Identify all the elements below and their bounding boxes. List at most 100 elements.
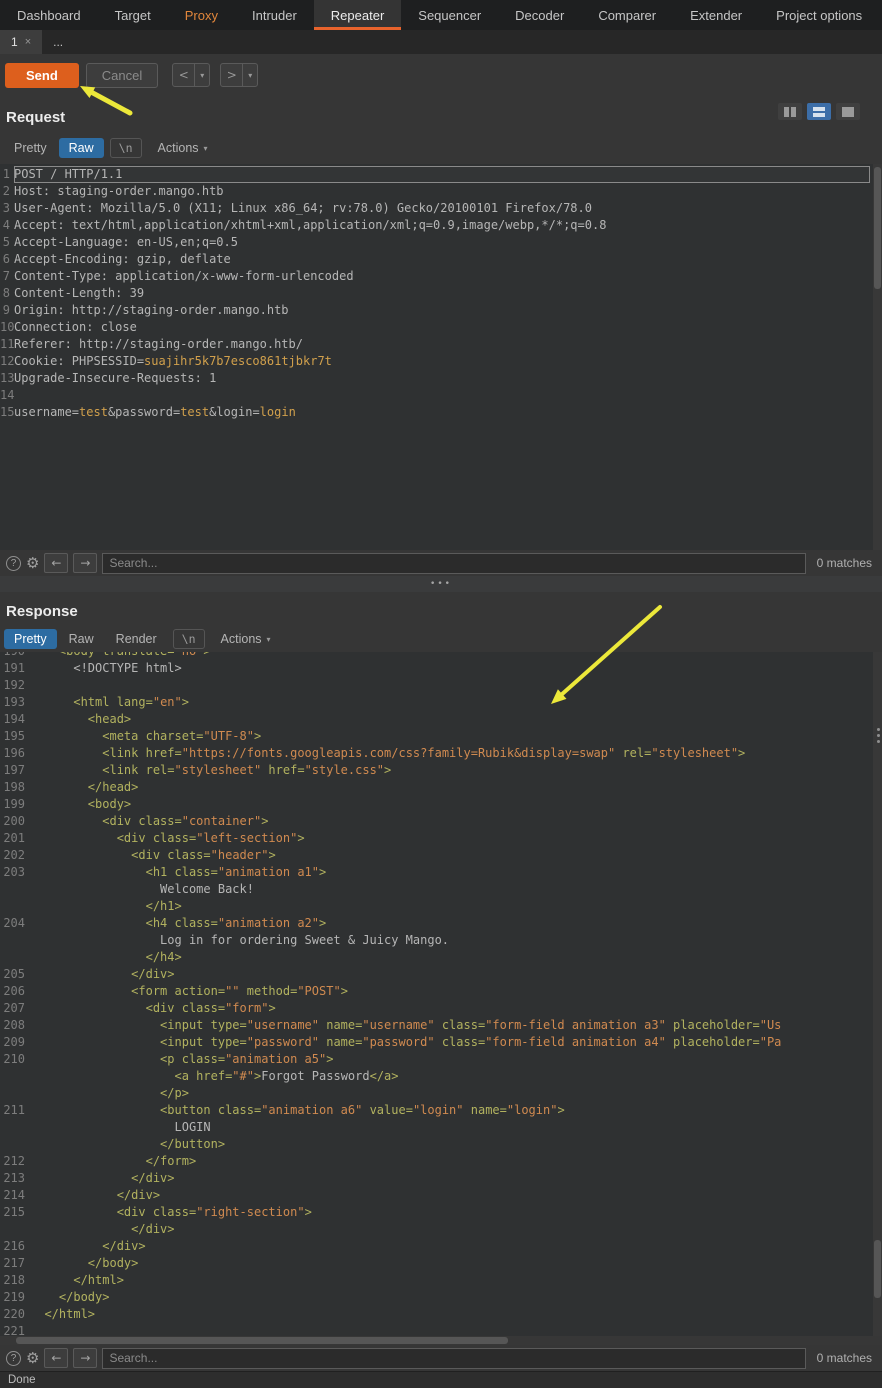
panel-splitter[interactable]: ••• bbox=[0, 576, 882, 592]
code-line: Log in for ordering Sweet & Juicy Mango. bbox=[0, 932, 882, 949]
tab-close-icon[interactable]: × bbox=[25, 36, 31, 48]
repeater-tab-label: 1 bbox=[11, 35, 18, 49]
line-number: 197 bbox=[0, 762, 30, 779]
tab-n[interactable]: \n bbox=[110, 138, 142, 158]
gear-icon[interactable]: ⚙ bbox=[26, 1351, 39, 1366]
line-number: 190 bbox=[0, 652, 30, 660]
request-match-count: 0 matches bbox=[817, 556, 872, 570]
send-button[interactable]: Send bbox=[5, 63, 79, 88]
single-pane-icon bbox=[842, 107, 854, 117]
chevron-down-icon[interactable]: ▾ bbox=[195, 64, 209, 86]
line-number: 194 bbox=[0, 711, 30, 728]
menu-item-sequencer[interactable]: Sequencer bbox=[401, 0, 498, 30]
menu-item-proxy[interactable]: Proxy bbox=[168, 0, 235, 30]
code-line: 219 </body> bbox=[0, 1289, 882, 1306]
repeater-tab-n[interactable]: ... bbox=[42, 30, 74, 54]
response-scrollbar[interactable] bbox=[873, 652, 882, 1336]
gear-icon[interactable]: ⚙ bbox=[26, 556, 39, 571]
code-line: LOGIN bbox=[0, 1119, 882, 1136]
tab-pretty[interactable]: Pretty bbox=[4, 629, 57, 649]
request-search-input[interactable] bbox=[102, 553, 805, 574]
chevron-down-icon[interactable]: ▾ bbox=[243, 64, 257, 86]
code-line: 205 </div> bbox=[0, 966, 882, 983]
search-prev-button[interactable]: ← bbox=[44, 553, 68, 573]
tab-render[interactable]: Render bbox=[106, 629, 167, 649]
code-line: 209 <input type="password" name="passwor… bbox=[0, 1034, 882, 1051]
response-tabs: PrettyRawRender \n Actions▾ bbox=[0, 626, 882, 652]
request-editor[interactable]: 1POST / HTTP/1.12Host: staging-order.man… bbox=[0, 164, 882, 550]
code-line: 218 </html> bbox=[0, 1272, 882, 1289]
search-next-button[interactable]: → bbox=[73, 1348, 97, 1368]
code-line: </p> bbox=[0, 1085, 882, 1102]
response-match-count: 0 matches bbox=[817, 1351, 872, 1365]
response-scrollbar-thumb[interactable] bbox=[874, 1240, 881, 1298]
expand-handle-icon[interactable] bbox=[877, 728, 880, 743]
menu-item-intruder[interactable]: Intruder bbox=[235, 0, 314, 30]
tab-raw[interactable]: Raw bbox=[59, 629, 104, 649]
request-scrollbar[interactable] bbox=[873, 164, 882, 550]
chevron-down-icon: ▾ bbox=[267, 635, 271, 644]
code-line: 213 </div> bbox=[0, 1170, 882, 1187]
code-line: 201 <div class="left-section"> bbox=[0, 830, 882, 847]
line-number bbox=[0, 898, 30, 915]
code-line: 207 <div class="form"> bbox=[0, 1000, 882, 1017]
layout-rows-button[interactable] bbox=[807, 103, 831, 120]
code-line: 6Accept-Encoding: gzip, deflate bbox=[0, 251, 882, 268]
menu-item-target[interactable]: Target bbox=[98, 0, 168, 30]
code-line: Welcome Back! bbox=[0, 881, 882, 898]
layout-single-button[interactable] bbox=[836, 103, 860, 120]
search-next-button[interactable]: → bbox=[73, 553, 97, 573]
code-line: 14 bbox=[0, 387, 882, 404]
status-text: Done bbox=[8, 1374, 36, 1386]
code-line: 15username=test&password=test&login=logi… bbox=[0, 404, 882, 421]
cancel-button[interactable]: Cancel bbox=[86, 63, 158, 88]
menu-item-decoder[interactable]: Decoder bbox=[498, 0, 581, 30]
tab-actions[interactable]: Actions▾ bbox=[148, 138, 218, 158]
line-number bbox=[0, 1221, 30, 1238]
request-scrollbar-thumb[interactable] bbox=[874, 167, 881, 289]
code-line: 206 <form action="" method="POST"> bbox=[0, 983, 882, 1000]
code-line: 204 <h4 class="animation a2"> bbox=[0, 915, 882, 932]
line-number: 12 bbox=[0, 353, 14, 370]
code-line: 214 </div> bbox=[0, 1187, 882, 1204]
history-nav: <▾ >▾ bbox=[172, 63, 258, 87]
menu-item-extender[interactable]: Extender bbox=[673, 0, 759, 30]
repeater-tab-1[interactable]: 1× bbox=[0, 30, 42, 54]
line-number: 212 bbox=[0, 1153, 30, 1170]
response-hscrollbar-thumb[interactable] bbox=[16, 1337, 508, 1344]
code-line: 202 <div class="header"> bbox=[0, 847, 882, 864]
line-number: 219 bbox=[0, 1289, 30, 1306]
help-icon[interactable]: ? bbox=[6, 556, 21, 571]
menu-item-project-options[interactable]: Project options bbox=[759, 0, 879, 30]
tab-actions[interactable]: Actions▾ bbox=[211, 629, 281, 649]
menu-item-dashboard[interactable]: Dashboard bbox=[0, 0, 98, 30]
response-search-input[interactable] bbox=[102, 1348, 805, 1369]
tab-raw[interactable]: Raw bbox=[59, 138, 104, 158]
code-line: 194 <head> bbox=[0, 711, 882, 728]
line-number: 209 bbox=[0, 1034, 30, 1051]
code-line: 200 <div class="container"> bbox=[0, 813, 882, 830]
line-number: 10 bbox=[0, 319, 14, 336]
code-line: 208 <input type="username" name="usernam… bbox=[0, 1017, 882, 1034]
line-number: 192 bbox=[0, 677, 30, 694]
help-icon[interactable]: ? bbox=[6, 1351, 21, 1366]
line-number: 9 bbox=[0, 302, 14, 319]
response-code: 190 <body translate="no">191 <!DOCTYPE h… bbox=[0, 652, 882, 1336]
history-forward-button[interactable]: >▾ bbox=[220, 63, 258, 87]
response-editor[interactable]: 190 <body translate="no">191 <!DOCTYPE h… bbox=[0, 652, 882, 1336]
history-back-button[interactable]: <▾ bbox=[172, 63, 210, 87]
forward-arrow-icon[interactable]: > bbox=[221, 64, 243, 86]
menu-item-comparer[interactable]: Comparer bbox=[581, 0, 673, 30]
response-hscrollbar[interactable] bbox=[0, 1336, 882, 1345]
line-number: 216 bbox=[0, 1238, 30, 1255]
layout-columns-button[interactable] bbox=[778, 103, 802, 120]
tab-n[interactable]: \n bbox=[173, 629, 205, 649]
back-arrow-icon[interactable]: < bbox=[173, 64, 195, 86]
menu-item-repeater[interactable]: Repeater bbox=[314, 0, 401, 30]
code-line: 12Cookie: PHPSESSID=suajihr5k7b7esco861t… bbox=[0, 353, 882, 370]
line-number: 198 bbox=[0, 779, 30, 796]
line-number: 3 bbox=[0, 200, 14, 217]
line-number: 211 bbox=[0, 1102, 30, 1119]
search-prev-button[interactable]: ← bbox=[44, 1348, 68, 1368]
tab-pretty[interactable]: Pretty bbox=[4, 138, 57, 158]
